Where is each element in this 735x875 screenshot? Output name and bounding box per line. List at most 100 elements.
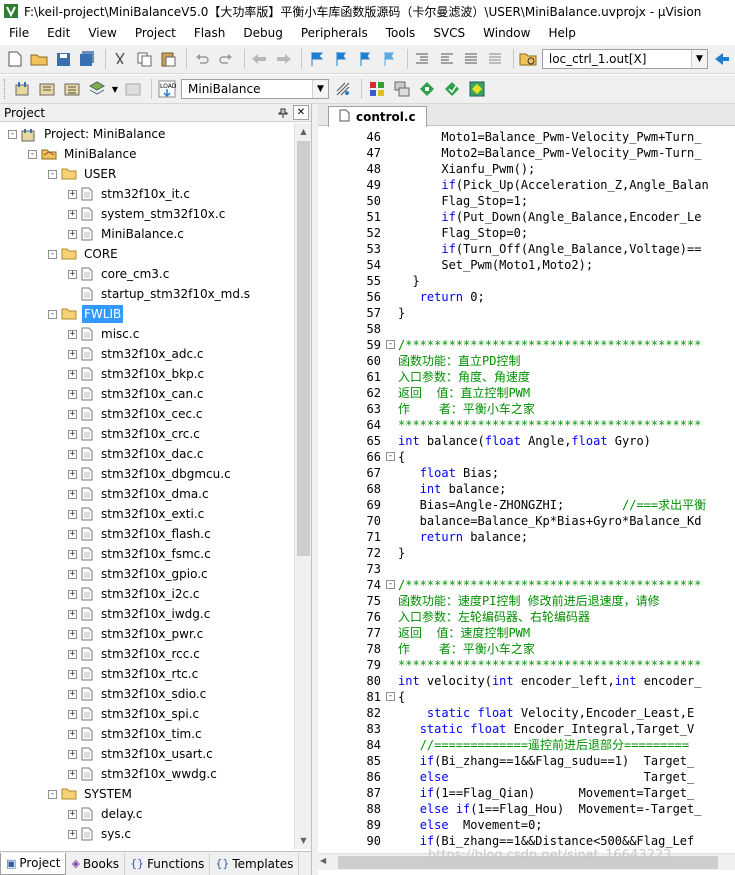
collapse-toggle-icon[interactable]: -	[8, 129, 17, 139]
tree-folder-item[interactable]: - FWLIB	[48, 304, 124, 324]
tree-file-item[interactable]: + stm32f10x_i2c.c	[68, 584, 202, 604]
code-line[interactable]: 50 Flag_Stop=1;	[318, 193, 735, 209]
collapse-toggle-icon[interactable]: -	[48, 789, 57, 799]
code-line[interactable]: 53 if(Turn_Off(Angle_Balance,Voltage)==	[318, 241, 735, 257]
tab-books[interactable]: ◈ Books	[66, 852, 126, 875]
tree-file-item[interactable]: + stm32f10x_fsmc.c	[68, 544, 213, 564]
code-line[interactable]: 71 return balance;	[318, 529, 735, 545]
fold-toggle-icon[interactable]: -	[386, 340, 395, 349]
code-line[interactable]: 49 if(Pick_Up(Acceleration_Z,Angle_Balan	[318, 177, 735, 193]
tree-file-item[interactable]: + stm32f10x_flash.c	[68, 524, 213, 544]
code-line[interactable]: 67 float Bias;	[318, 465, 735, 481]
tree-file-item[interactable]: + misc.c	[68, 324, 141, 344]
expand-toggle-icon[interactable]: +	[68, 389, 77, 399]
indent-icon[interactable]	[412, 48, 433, 70]
undo-icon[interactable]	[191, 48, 212, 70]
bookmark-insert-icon[interactable]	[306, 48, 327, 70]
code-line[interactable]: 75 函数功能：速度PI控制 修改前进后退速度，请修	[318, 593, 735, 609]
search-arrow-icon[interactable]	[711, 48, 732, 70]
expand-toggle-icon[interactable]: +	[68, 329, 77, 339]
code-editor[interactable]: 46 Moto1=Balance_Pwm-Velocity_Pwm+Turn_ 4…	[318, 127, 735, 853]
file-extensions-icon[interactable]	[391, 78, 413, 100]
code-line[interactable]: 54 Set_Pwm(Moto1,Moto2);	[318, 257, 735, 273]
code-line[interactable]: 51 if(Put_Down(Angle_Balance,Encoder_Le	[318, 209, 735, 225]
build-icon[interactable]	[36, 78, 58, 100]
code-line[interactable]: 72}	[318, 545, 735, 561]
tree-file-item[interactable]: + stm32f10x_dbgmcu.c	[68, 464, 233, 484]
expand-toggle-icon[interactable]: +	[68, 509, 77, 519]
tree-file-item[interactable]: + stm32f10x_exti.c	[68, 504, 206, 524]
tree-file-item[interactable]: + stm32f10x_spi.c	[68, 704, 201, 724]
bookmark-prev-icon[interactable]	[330, 48, 351, 70]
tree-file-item[interactable]: + stm32f10x_dac.c	[68, 444, 206, 464]
tree-file-item[interactable]: + stm32f10x_rtc.c	[68, 664, 200, 684]
dropdown-arrow-icon[interactable]: ▼	[111, 78, 119, 100]
tree-file-item[interactable]: + stm32f10x_gpio.c	[68, 564, 210, 584]
code-line[interactable]: 89 else Movement=0;	[318, 817, 735, 833]
tree-file-item[interactable]: + stm32f10x_rcc.c	[68, 644, 202, 664]
stop-build-icon[interactable]	[122, 78, 144, 100]
scroll-down-icon[interactable]: ▼	[295, 832, 312, 849]
menu-peripherals[interactable]: Peripherals	[292, 22, 377, 44]
bookmark-clear-icon[interactable]	[379, 48, 400, 70]
tree-file-item[interactable]: + MiniBalance.c	[68, 224, 186, 244]
code-line[interactable]: 74-/************************************…	[318, 577, 735, 593]
find-in-files-icon[interactable]	[518, 48, 539, 70]
code-line[interactable]: 73	[318, 561, 735, 577]
target-select[interactable]: MiniBalance ▼	[181, 79, 329, 99]
menu-svcs[interactable]: SVCS	[424, 22, 474, 44]
tab-templates[interactable]: {} Templates	[210, 852, 300, 875]
tree-file-item[interactable]: + stm32f10x_crc.c	[68, 424, 202, 444]
uncomment-icon[interactable]	[485, 48, 506, 70]
code-line[interactable]: 60 函数功能：直立PD控制	[318, 353, 735, 369]
menu-debug[interactable]: Debug	[234, 22, 291, 44]
chevron-down-icon[interactable]: ▼	[312, 80, 328, 98]
code-line[interactable]: 70 balance=Balance_Kp*Bias+Gyro*Balance_…	[318, 513, 735, 529]
code-line[interactable]: 80 int velocity(int encoder_left,int enco…	[318, 673, 735, 689]
collapse-toggle-icon[interactable]: -	[48, 169, 57, 179]
tree-folder-item[interactable]: - CORE	[48, 244, 120, 264]
expand-toggle-icon[interactable]: +	[68, 209, 77, 219]
expand-toggle-icon[interactable]: +	[68, 489, 77, 499]
toolbar-grip[interactable]	[4, 79, 7, 99]
expand-toggle-icon[interactable]: +	[68, 369, 77, 379]
code-line[interactable]: 78 作 者：平衡小车之家	[318, 641, 735, 657]
expand-toggle-icon[interactable]: +	[68, 569, 77, 579]
code-line[interactable]: 69 Bias=Angle-ZHONGZHI; //===求出平衡	[318, 497, 735, 513]
tree-file-item[interactable]: + stm32f10x_pwr.c	[68, 624, 205, 644]
code-line[interactable]: 63 作 者：平衡小车之家	[318, 401, 735, 417]
code-line[interactable]: 88 else if(1==Flag_Hou) Movement=-Target…	[318, 801, 735, 817]
code-line[interactable]: 90 if(Bi_zhang==1&&Distance<500&&Flag_Le…	[318, 833, 735, 849]
tree-file-item[interactable]: + system_stm32f10x.c	[68, 204, 227, 224]
cut-icon[interactable]	[110, 48, 131, 70]
expand-toggle-icon[interactable]: +	[68, 589, 77, 599]
manage-components-icon[interactable]	[366, 78, 388, 100]
code-line[interactable]: 77 返回 值：速度控制PWM	[318, 625, 735, 641]
collapse-toggle-icon[interactable]: -	[48, 249, 57, 259]
tree-file-item[interactable]: + stm32f10x_bkp.c	[68, 364, 206, 384]
code-line[interactable]: 61 入口参数：角度、角速度	[318, 369, 735, 385]
expand-toggle-icon[interactable]: +	[68, 809, 77, 819]
expand-toggle-icon[interactable]: +	[68, 269, 77, 279]
code-line[interactable]: 86 else Target_	[318, 769, 735, 785]
code-line[interactable]: 52 Flag_Stop=0;	[318, 225, 735, 241]
translate-icon[interactable]	[11, 78, 33, 100]
expand-toggle-icon[interactable]: +	[68, 189, 77, 199]
expand-toggle-icon[interactable]: +	[68, 549, 77, 559]
expand-toggle-icon[interactable]: +	[68, 449, 77, 459]
target-options-icon[interactable]	[332, 78, 354, 100]
menu-window[interactable]: Window	[474, 22, 539, 44]
tree-file-item[interactable]: + stm32f10x_wwdg.c	[68, 764, 219, 784]
expand-toggle-icon[interactable]: +	[68, 409, 77, 419]
code-line[interactable]: 48 Xianfu_Pwm();	[318, 161, 735, 177]
code-line[interactable]: 85 if(Bi_zhang==1&&Flag_sudu==1) Target_	[318, 753, 735, 769]
tree-file-item[interactable]: + stm32f10x_it.c	[68, 184, 192, 204]
scroll-left-icon[interactable]: ◀	[320, 856, 326, 865]
rebuild-icon[interactable]	[61, 78, 83, 100]
tree-file-item[interactable]: + stm32f10x_iwdg.c	[68, 604, 212, 624]
code-line[interactable]: 79 **************************************…	[318, 657, 735, 673]
select-packs-icon[interactable]	[416, 78, 438, 100]
tree-file-item[interactable]: + stm32f10x_can.c	[68, 384, 205, 404]
code-line[interactable]: 62 返回 值：直立控制PWM	[318, 385, 735, 401]
code-line[interactable]: 57}	[318, 305, 735, 321]
